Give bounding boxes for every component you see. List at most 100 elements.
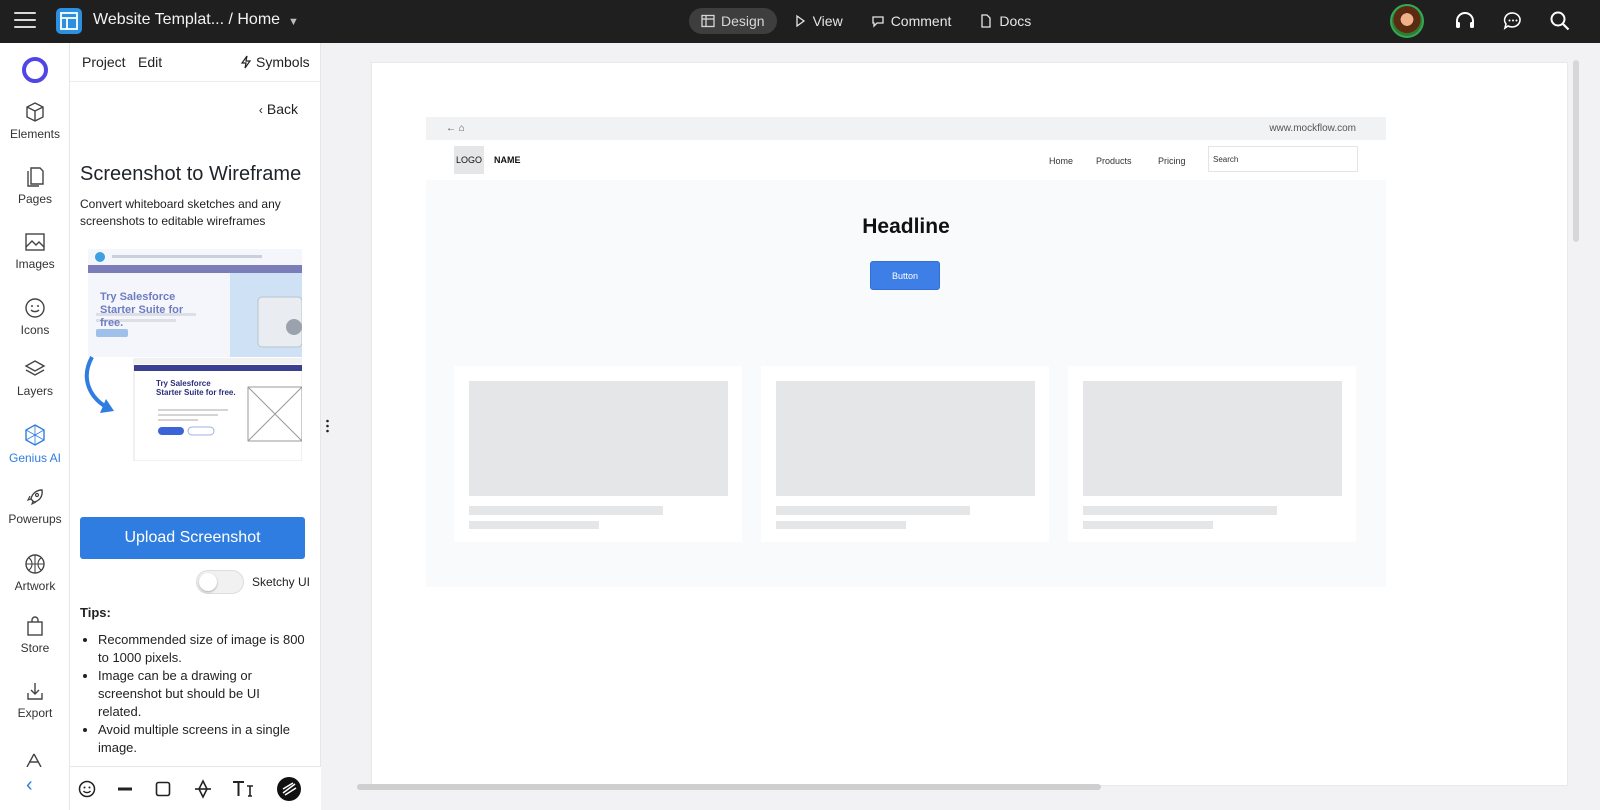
wireframe-card[interactable] xyxy=(1068,366,1356,542)
sketchy-ui-toggle[interactable] xyxy=(196,570,244,594)
search-icon[interactable] xyxy=(1549,10,1571,32)
drag-handle-icon xyxy=(326,419,329,433)
rect-tool-icon[interactable] xyxy=(153,779,173,799)
mode-comment[interactable]: Comment xyxy=(859,8,964,34)
tab-project[interactable]: Project xyxy=(82,54,126,70)
headset-icon[interactable] xyxy=(1454,10,1476,32)
move-tool-icon[interactable] xyxy=(193,779,213,799)
sketchy-ui-label: Sketchy UI xyxy=(252,575,311,589)
sketch-tool-icon[interactable] xyxy=(276,776,302,802)
vertical-scrollbar[interactable] xyxy=(1573,60,1579,242)
image-icon xyxy=(25,233,45,251)
rail-genius-ai-label: Genius AI xyxy=(8,451,62,465)
bottom-toolbar xyxy=(70,766,321,810)
top-bar: Website Templat... / Home ▼ Design View … xyxy=(0,0,1600,43)
wireframe-card-line xyxy=(776,506,970,515)
document-icon xyxy=(981,14,992,28)
rail-pages[interactable]: Pages xyxy=(0,166,70,206)
panel-tabs: Project Edit Symbols xyxy=(70,43,320,82)
upload-screenshot-button[interactable]: Upload Screenshot xyxy=(80,517,305,559)
rail-export-label: Export xyxy=(17,706,53,720)
tip-item: Avoid multiple screens in a single image… xyxy=(98,721,306,757)
preview-headline-bottom: Try Salesforce Starter Suite for free. xyxy=(156,379,236,397)
wireframe-search-input[interactable]: Search xyxy=(1208,146,1358,172)
wireframe-nav-pricing[interactable]: Pricing xyxy=(1158,156,1186,166)
screenshot-preview-image: Try Salesforce Starter Suite for free. T… xyxy=(80,249,302,461)
rail-store-label: Store xyxy=(20,641,50,655)
tips-heading: Tips: xyxy=(80,605,111,620)
mode-docs[interactable]: Docs xyxy=(967,8,1043,34)
rail-elements[interactable]: Elements xyxy=(0,101,70,141)
wireframe-browser-frame[interactable]: ← ⌂ www.mockflow.com LOGO NAME Home Prod… xyxy=(426,117,1386,587)
rail-powerups[interactable]: Powerups xyxy=(0,486,70,526)
mode-design[interactable]: Design xyxy=(689,8,777,34)
wireframe-card-line xyxy=(776,521,906,529)
rail-store[interactable]: Store xyxy=(0,615,70,655)
wireframe-nav-arrows: ← ⌂ xyxy=(446,123,465,134)
document-title-text: Website Templat... / Home xyxy=(93,11,281,28)
tab-symbols-label: Symbols xyxy=(256,54,310,70)
rocket-icon xyxy=(26,489,43,506)
horizontal-scrollbar[interactable] xyxy=(357,784,1101,790)
rail-genius-ai[interactable]: Genius AI xyxy=(0,423,70,465)
pages-icon xyxy=(27,167,44,187)
wireframe-logo[interactable]: LOGO xyxy=(454,146,484,174)
wireframe-url: www.mockflow.com xyxy=(1269,123,1356,134)
rail-pages-label: Pages xyxy=(17,192,53,206)
smiley-tool-icon[interactable] xyxy=(77,779,97,799)
tab-symbols[interactable]: Symbols xyxy=(240,54,310,70)
wireframe-card-line xyxy=(1083,506,1277,515)
menu-icon[interactable] xyxy=(14,12,36,30)
back-button[interactable]: ‹ Back xyxy=(259,101,298,117)
wireframe-card-image xyxy=(776,381,1035,496)
mode-view-label: View xyxy=(812,13,843,29)
panel-resize-handle[interactable] xyxy=(321,43,335,810)
mode-view[interactable]: View xyxy=(781,8,855,34)
layers-icon xyxy=(24,360,46,376)
export-icon xyxy=(27,683,43,700)
design-canvas[interactable]: ← ⌂ www.mockflow.com LOGO NAME Home Prod… xyxy=(372,63,1567,785)
compass-icon[interactable] xyxy=(24,753,44,767)
wireframe-card-line xyxy=(469,506,663,515)
panel-title: Screenshot to Wireframe xyxy=(80,163,302,185)
app-logo-icon[interactable] xyxy=(56,8,82,34)
wireframe-card[interactable] xyxy=(454,366,742,542)
wireframe-card-image xyxy=(1083,381,1342,496)
tab-edit[interactable]: Edit xyxy=(138,54,162,70)
ball-icon xyxy=(25,554,45,574)
brand-logo-icon[interactable] xyxy=(22,57,48,83)
genius-icon xyxy=(25,424,45,446)
back-label: Back xyxy=(266,101,298,117)
wireframe-card-image xyxy=(469,381,728,496)
rail-icons-label: Icons xyxy=(20,323,50,337)
rail-icons[interactable]: Icons xyxy=(0,297,70,337)
wireframe-headline[interactable]: Headline xyxy=(426,215,1386,239)
wireframe-button[interactable]: Button xyxy=(870,261,940,290)
rail-images[interactable]: Images xyxy=(0,231,70,271)
lightning-icon xyxy=(240,55,252,69)
text-tool-icon[interactable] xyxy=(231,779,255,799)
collapse-panel-icon[interactable]: ‹ xyxy=(26,774,33,797)
rail-layers[interactable]: Layers xyxy=(0,358,70,398)
mode-docs-label: Docs xyxy=(999,13,1032,29)
rail-artwork[interactable]: Artwork xyxy=(0,553,70,593)
wireframe-card-line xyxy=(469,521,599,529)
wireframe-header: LOGO NAME Home Products Pricing Search xyxy=(426,140,1386,180)
mode-comment-label: Comment xyxy=(890,13,952,29)
wireframe-address-bar: ← ⌂ www.mockflow.com xyxy=(426,117,1386,140)
wireframe-nav-products[interactable]: Products xyxy=(1096,156,1132,166)
chat-icon[interactable] xyxy=(1502,10,1524,32)
rail-export[interactable]: Export xyxy=(0,680,70,720)
comment-icon xyxy=(872,16,884,28)
wireframe-card-line xyxy=(1083,521,1213,529)
user-avatar[interactable] xyxy=(1390,4,1424,38)
panel-description: Convert whiteboard sketches and any scre… xyxy=(80,197,281,228)
sketchy-ui-toggle-row: Sketchy UI xyxy=(196,570,310,594)
wireframe-nav-home[interactable]: Home xyxy=(1049,156,1073,166)
document-title[interactable]: Website Templat... / Home ▼ xyxy=(93,11,299,29)
mode-design-label: Design xyxy=(721,13,765,29)
tips-list: Recommended size of image is 800 to 1000… xyxy=(94,631,306,757)
wireframe-card[interactable] xyxy=(761,366,1049,542)
line-tool-icon[interactable] xyxy=(115,779,135,799)
rail-powerups-label: Powerups xyxy=(8,512,62,526)
